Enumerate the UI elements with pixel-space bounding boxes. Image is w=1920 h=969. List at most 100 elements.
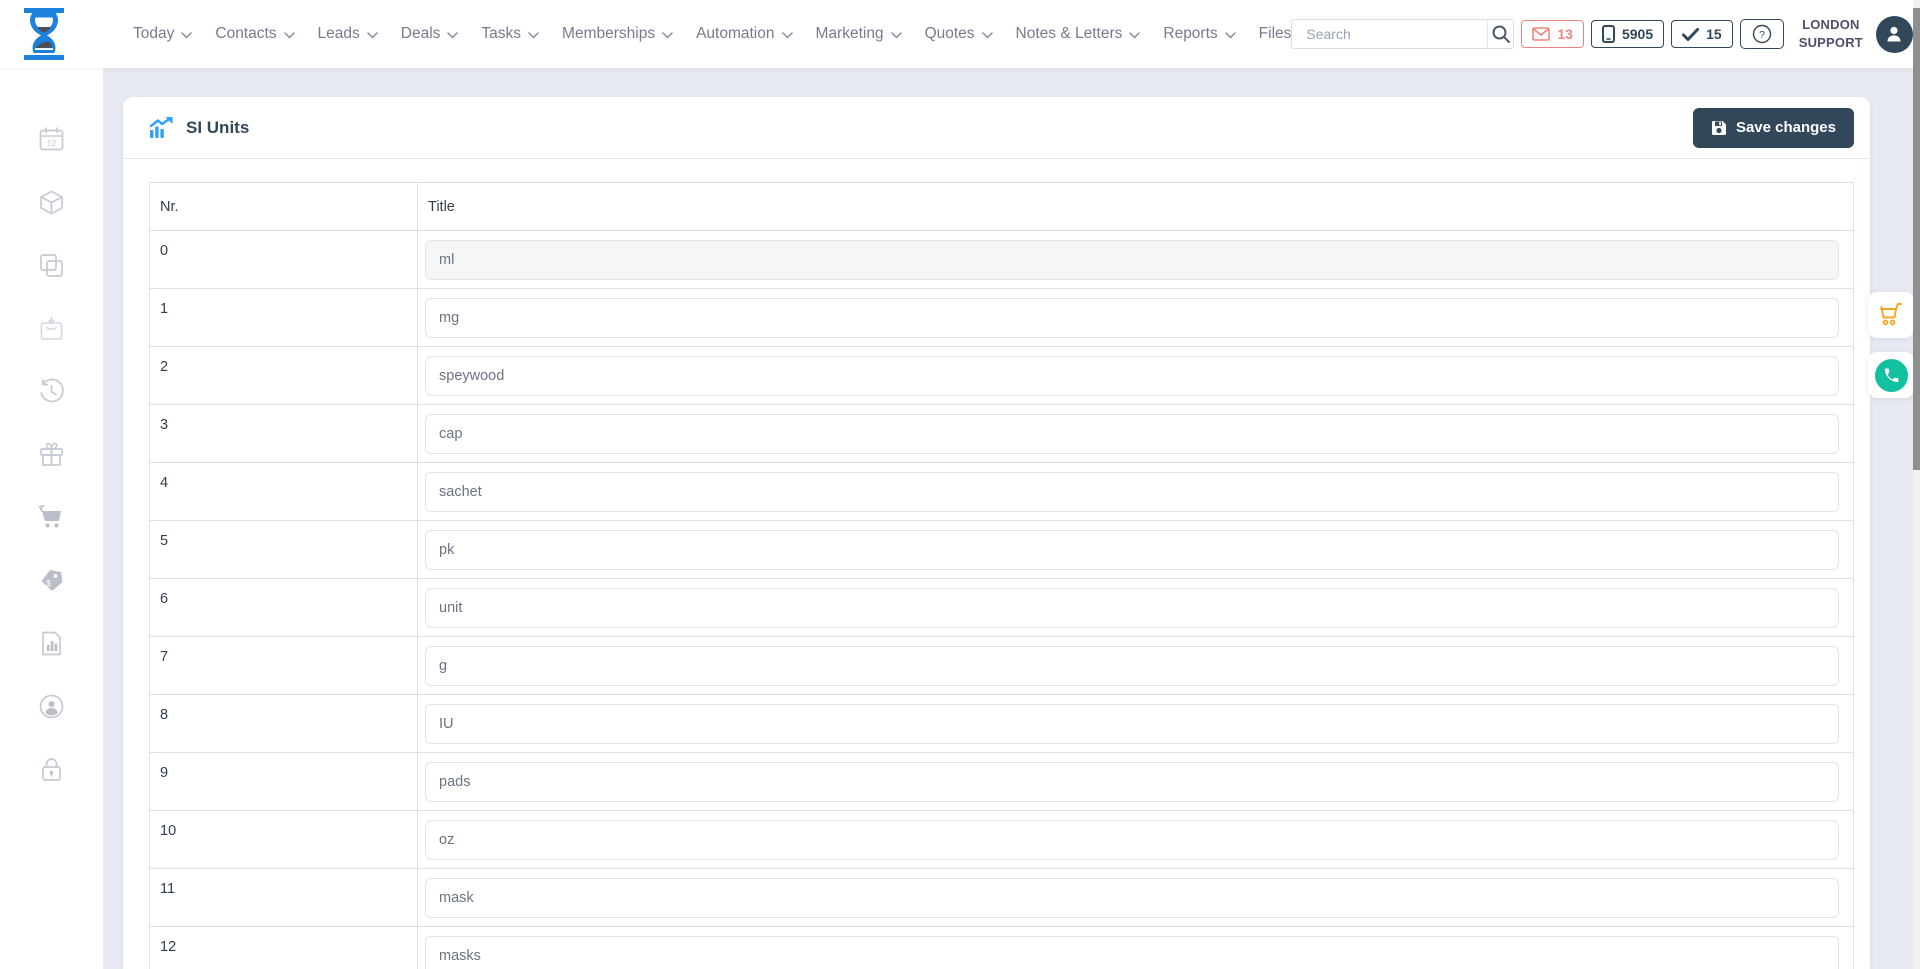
check-icon (1682, 27, 1700, 41)
nav-item-today[interactable]: Today (133, 25, 193, 43)
row-number: 4 (149, 462, 418, 521)
nav-item-leads[interactable]: Leads (318, 25, 378, 43)
nav-item-marketing[interactable]: Marketing (816, 25, 902, 43)
mail-count: 13 (1557, 26, 1573, 42)
title-input[interactable] (425, 877, 1839, 918)
column-header-title: Title (417, 182, 1854, 231)
nav-item-quotes[interactable]: Quotes (925, 25, 993, 43)
row-number: 7 (149, 636, 418, 695)
quick-call-button[interactable] (1868, 352, 1914, 398)
title-input[interactable] (425, 355, 1839, 396)
chevron-down-icon (181, 31, 193, 39)
nav-item-reports[interactable]: Reports (1163, 25, 1236, 43)
phone-notifications-badge[interactable]: 5905 (1590, 20, 1665, 48)
help-button[interactable]: ? (1739, 19, 1784, 49)
title-input[interactable] (425, 703, 1839, 744)
title-input[interactable] (425, 529, 1839, 570)
cart-icon[interactable] (38, 504, 65, 531)
price-tag-icon[interactable]: $ (38, 567, 65, 594)
scrollbar-track[interactable] (1913, 0, 1920, 969)
title-cell (417, 230, 1854, 289)
user-name[interactable]: LONDON SUPPORT (1799, 16, 1863, 51)
tasks-done-badge[interactable]: 15 (1671, 20, 1733, 48)
nav-label: Marketing (815, 25, 884, 42)
row-number: 1 (149, 288, 418, 347)
copy-icon[interactable] (38, 252, 65, 279)
chevron-down-icon (781, 31, 793, 39)
nav-item-files[interactable]: Files (1259, 25, 1292, 43)
mail-notifications-badge[interactable]: 13 (1521, 20, 1584, 48)
history-icon[interactable] (38, 378, 65, 405)
report-file-icon[interactable] (38, 630, 65, 657)
hourglass-logo-icon[interactable] (22, 7, 66, 61)
account-icon[interactable] (38, 693, 65, 720)
scrollbar-thumb[interactable] (1913, 8, 1920, 470)
page-title: SI Units (186, 117, 250, 137)
row-number: 6 (149, 578, 418, 637)
table-row: 6 (149, 578, 1854, 637)
main-navigation: Today Contacts Leads Deals Tasks Members… (133, 25, 1291, 43)
svg-text:?: ? (1759, 29, 1765, 41)
shopping-bag-icon[interactable] (38, 315, 65, 342)
cart-orange-icon (1880, 303, 1902, 326)
topbar: Today Contacts Leads Deals Tasks Members… (0, 0, 1920, 68)
nav-label: Quotes (924, 25, 975, 42)
nav-item-tasks[interactable]: Tasks (481, 25, 539, 43)
save-changes-button[interactable]: Save changes (1692, 107, 1854, 148)
nav-label: Files (1258, 25, 1292, 42)
title-input[interactable] (425, 819, 1839, 860)
title-cell (417, 346, 1854, 405)
nav-item-contacts[interactable]: Contacts (215, 25, 295, 43)
title-cell (417, 288, 1854, 347)
nav-item-automation[interactable]: Automation (696, 25, 793, 43)
search-button[interactable] (1487, 20, 1514, 48)
chevron-down-icon (981, 31, 993, 39)
nav-item-notes-letters[interactable]: Notes & Letters (1016, 25, 1141, 43)
question-icon: ? (1752, 24, 1771, 44)
title-input[interactable] (425, 297, 1839, 338)
row-number: 2 (149, 346, 418, 405)
nav-label: Reports (1163, 25, 1218, 42)
chevron-down-icon (528, 31, 539, 39)
phone-count: 5905 (1621, 26, 1654, 42)
package-icon[interactable] (38, 189, 65, 216)
title-input[interactable] (425, 935, 1839, 969)
nav-label: Notes & Letters (1015, 25, 1123, 42)
check-count: 15 (1706, 26, 1722, 42)
chevron-down-icon (447, 31, 459, 39)
nav-item-deals[interactable]: Deals (401, 25, 459, 43)
title-input[interactable] (425, 239, 1839, 280)
search-input[interactable] (1292, 20, 1488, 48)
calendar-icon[interactable]: 12 (38, 126, 65, 153)
title-input[interactable] (425, 645, 1839, 686)
search-box (1291, 19, 1515, 49)
table-header-row: Nr. Title (149, 182, 1854, 231)
title-input[interactable] (425, 471, 1839, 512)
user-name-line1: LONDON (1802, 17, 1860, 33)
chevron-down-icon (283, 31, 295, 39)
table-row: 9 (149, 752, 1854, 811)
page-title-group: SI Units (149, 116, 249, 140)
lock-icon[interactable] (38, 756, 65, 783)
title-input[interactable] (425, 587, 1839, 628)
title-cell (417, 926, 1854, 969)
save-button-label: Save changes (1735, 119, 1836, 136)
row-number: 11 (149, 868, 418, 927)
nav-item-memberships[interactable]: Memberships (562, 25, 673, 43)
table-row: 1 (149, 288, 1854, 347)
avatar[interactable] (1875, 15, 1913, 53)
quick-cart-button[interactable] (1868, 292, 1914, 338)
title-cell (417, 578, 1854, 637)
chevron-down-icon (1224, 31, 1236, 39)
phone-circle (1874, 358, 1908, 392)
chevron-down-icon (367, 31, 378, 39)
row-number: 9 (149, 752, 418, 811)
title-input[interactable] (425, 761, 1839, 802)
column-header-nr: Nr. (149, 182, 418, 231)
phone-icon (1884, 368, 1898, 382)
sidebar: 12 $ (0, 68, 103, 969)
gift-icon[interactable] (38, 441, 65, 468)
si-units-card: SI Units Save changes Nr. Title 0 ml 1 m… (123, 97, 1870, 969)
title-input[interactable] (425, 413, 1839, 454)
nav-label: Tasks (481, 25, 522, 42)
